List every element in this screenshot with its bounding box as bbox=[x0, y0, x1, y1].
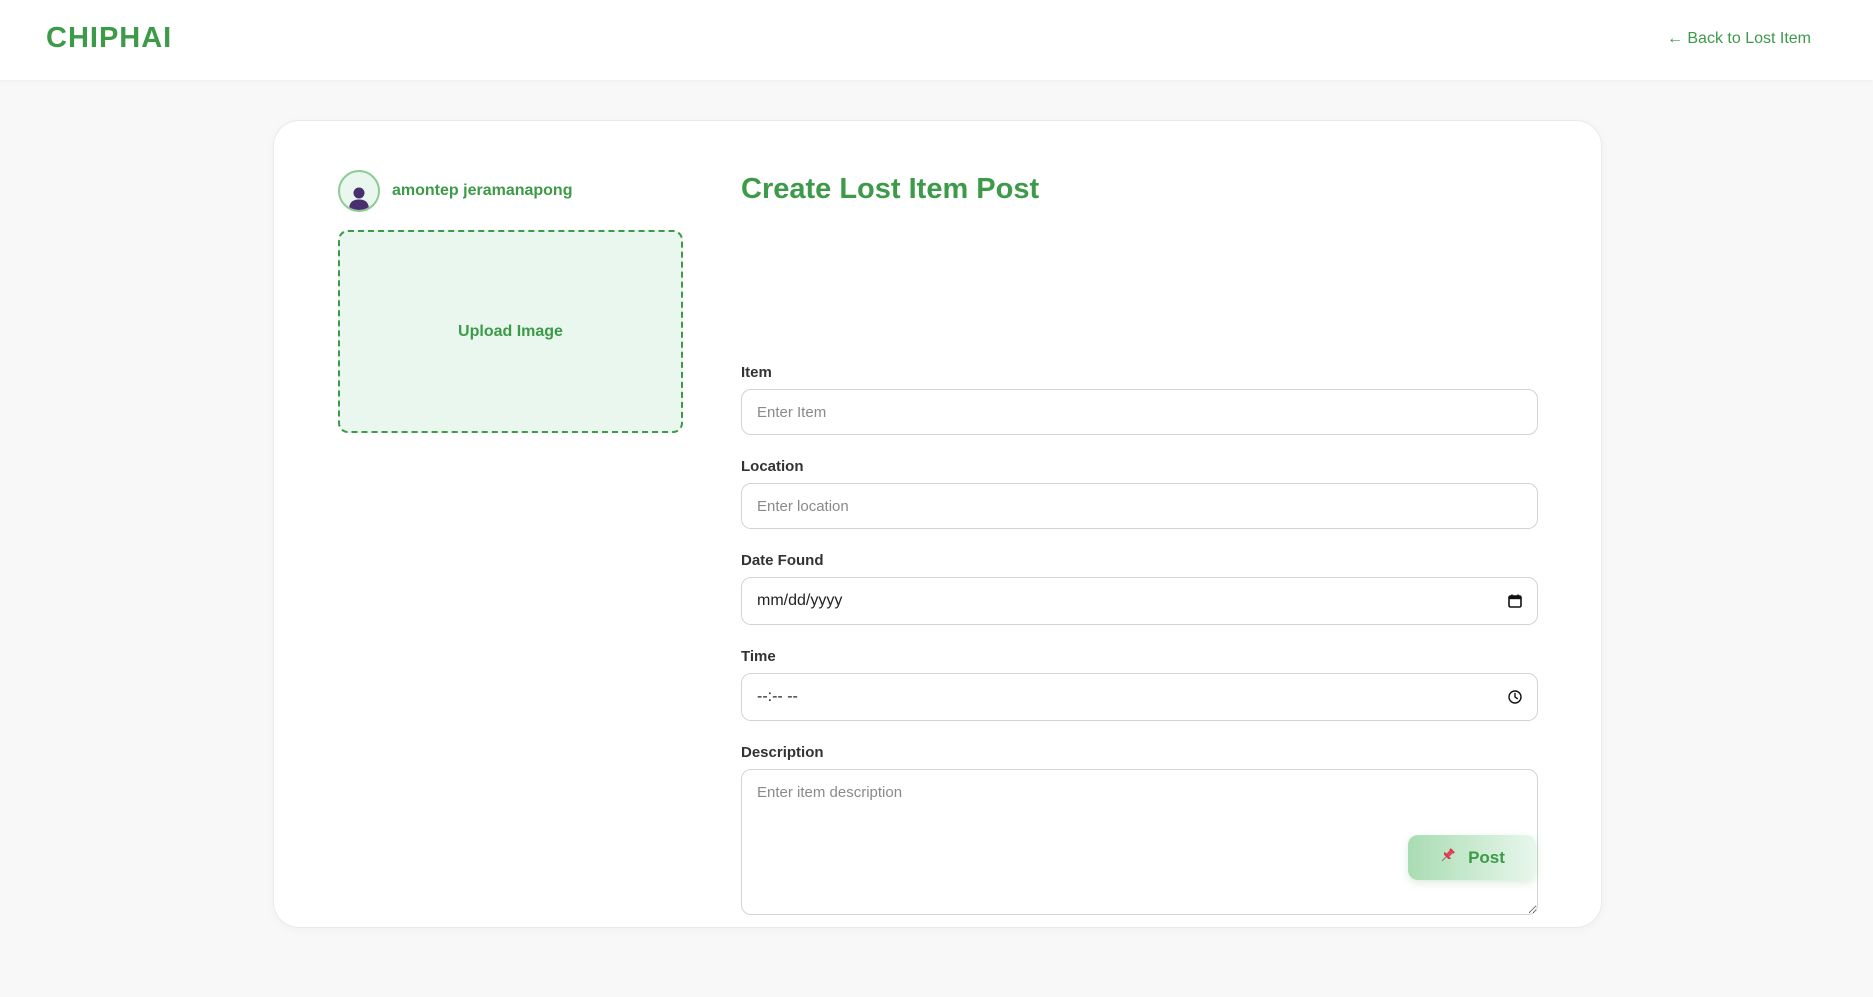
upload-image-label: Upload Image bbox=[458, 322, 563, 340]
back-to-lost-item-link[interactable]: ← Back to Lost Item bbox=[1667, 30, 1811, 48]
description-label: Description bbox=[741, 744, 824, 761]
post-button[interactable]: Post bbox=[1408, 835, 1536, 880]
username: amontep jeramanapong bbox=[392, 182, 573, 199]
avatar bbox=[338, 170, 380, 212]
user-info: amontep jeramanapong bbox=[338, 170, 572, 212]
time-label: Time bbox=[741, 648, 776, 665]
item-label: Item bbox=[741, 364, 772, 381]
time-input[interactable]: --:-- -- bbox=[741, 673, 1538, 721]
date-found-value: mm/dd/yyyy bbox=[757, 592, 843, 609]
brand-logo[interactable]: CHIPHAI bbox=[46, 22, 172, 55]
pushpin-icon bbox=[1439, 847, 1456, 869]
clock-icon[interactable] bbox=[1508, 690, 1522, 704]
post-button-label: Post bbox=[1468, 847, 1505, 867]
location-input[interactable] bbox=[741, 483, 1538, 529]
date-found-label: Date Found bbox=[741, 552, 824, 569]
location-label: Location bbox=[741, 458, 804, 475]
upload-image-dropzone[interactable]: Upload Image bbox=[338, 230, 683, 433]
page-title: Create Lost Item Post bbox=[741, 173, 1040, 205]
calendar-icon[interactable] bbox=[1508, 594, 1522, 608]
person-icon bbox=[349, 187, 369, 210]
top-navbar: CHIPHAI ← Back to Lost Item bbox=[0, 0, 1873, 80]
create-post-card: amontep jeramanapong Upload Image Create… bbox=[273, 120, 1602, 928]
time-value: --:-- -- bbox=[757, 688, 798, 705]
item-input[interactable] bbox=[741, 389, 1538, 435]
date-found-input[interactable]: mm/dd/yyyy bbox=[741, 577, 1538, 625]
